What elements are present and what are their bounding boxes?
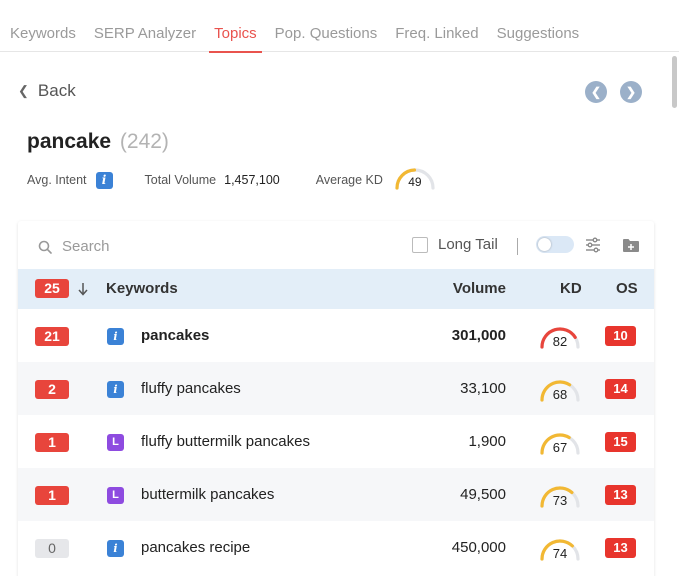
keyword-text[interactable]: pancakes recipe (141, 521, 250, 574)
average-kd-value: 49 (408, 175, 422, 189)
volume-value: 49,500 (460, 486, 506, 503)
previous-button[interactable]: ❮ (585, 81, 607, 103)
volume-value: 450,000 (451, 539, 506, 556)
total-volume-value: 1,457,100 (224, 173, 280, 187)
position-badge: 0 (35, 539, 69, 558)
page-title: pancake (242) (27, 130, 169, 154)
table-row[interactable]: 1 L buttermilk pancakes 49,500 73 13 (18, 468, 654, 521)
keywords-table-card: Search Long Tail 25 Keywords Volume KD O… (18, 221, 654, 576)
long-tail-filter[interactable]: Long Tail (412, 236, 498, 253)
topic-metrics: Avg. Intent i Total Volume 1,457,100 Ave… (27, 168, 437, 190)
volume-value: 1,900 (468, 433, 506, 450)
tab-bar: Keywords SERP Analyzer Topics Pop. Quest… (0, 0, 679, 53)
table-row[interactable]: 1 L fluffy buttermilk pancakes 1,900 67 … (18, 415, 654, 468)
tab-topics[interactable]: Topics (205, 0, 266, 53)
keyword-text[interactable]: fluffy buttermilk pancakes (141, 415, 310, 468)
column-header-os[interactable]: OS (616, 269, 638, 309)
column-header-keywords[interactable]: Keywords (106, 269, 178, 309)
back-button[interactable]: ❮ Back (18, 81, 76, 101)
tab-freq-linked[interactable]: Freq. Linked (386, 0, 487, 52)
keyword-text[interactable]: buttermilk pancakes (141, 468, 274, 521)
filter-sliders-icon[interactable] (584, 236, 602, 254)
kd-value: 73 (552, 493, 568, 508)
chevron-right-icon: ❯ (625, 85, 637, 99)
table-row[interactable]: 21 i pancakes 301,000 82 10 (18, 309, 654, 362)
tab-serp-analyzer[interactable]: SERP Analyzer (85, 0, 205, 52)
volume-value: 33,100 (460, 380, 506, 397)
informational-intent-icon: i (107, 328, 124, 345)
position-badge: 2 (35, 380, 69, 399)
search-icon (38, 240, 52, 254)
keyword-text[interactable]: fluffy pancakes (141, 362, 241, 415)
view-toggle[interactable] (536, 236, 574, 253)
position-count-badge[interactable]: 25 (35, 279, 69, 298)
kd-gauge: 73 (538, 480, 582, 510)
tab-pop-questions[interactable]: Pop. Questions (266, 0, 387, 52)
informational-intent-icon: i (107, 381, 124, 398)
search-input[interactable]: Search (62, 238, 110, 255)
position-badge: 1 (35, 486, 69, 505)
table-row[interactable]: 0 i pancakes recipe 450,000 74 13 (18, 521, 654, 574)
os-badge: 15 (605, 432, 636, 452)
avg-intent-label: Avg. Intent (27, 173, 87, 187)
kd-gauge: 82 (538, 321, 582, 351)
kd-value: 74 (552, 546, 568, 561)
table-body: 21 i pancakes 301,000 82 10 2 i fluffy p… (18, 309, 654, 576)
scrollbar[interactable] (672, 56, 677, 108)
table-row[interactable]: 2 i fluffy pancakes 33,100 68 14 (18, 362, 654, 415)
local-intent-icon: L (107, 487, 124, 504)
search-box[interactable]: Search (38, 238, 110, 255)
topic-name: pancake (27, 130, 112, 153)
kd-gauge: 68 (538, 374, 582, 404)
keyword-text[interactable]: pancakes (141, 309, 209, 362)
average-kd-gauge: 49 (393, 162, 437, 192)
informational-intent-icon: i (107, 540, 124, 557)
kd-gauge: 67 (538, 427, 582, 457)
column-header-kd[interactable]: KD (560, 269, 582, 309)
kd-gauge: 74 (538, 533, 582, 563)
chevron-left-icon: ❮ (18, 83, 29, 98)
os-badge: 14 (605, 379, 636, 399)
volume-value: 301,000 (451, 327, 506, 344)
tab-suggestions[interactable]: Suggestions (488, 0, 589, 52)
sort-down-arrow-icon[interactable] (77, 282, 89, 296)
topic-count: (242) (119, 130, 169, 153)
table-header: 25 Keywords Volume KD OS (18, 269, 654, 309)
position-badge: 21 (35, 327, 69, 346)
kd-value: 82 (552, 334, 568, 349)
os-badge: 13 (605, 538, 636, 558)
next-button[interactable]: ❯ (620, 81, 642, 103)
column-header-volume[interactable]: Volume (453, 269, 506, 309)
add-to-folder-icon[interactable] (622, 237, 640, 253)
average-kd-label: Average KD (315, 173, 383, 187)
toolbar-divider (517, 238, 518, 255)
chevron-left-icon: ❮ (590, 85, 602, 99)
informational-intent-icon: i (95, 171, 113, 189)
position-badge: 1 (35, 433, 69, 452)
tab-keywords[interactable]: Keywords (0, 0, 85, 52)
long-tail-label: Long Tail (438, 236, 498, 253)
local-intent-icon: L (107, 434, 124, 451)
os-badge: 10 (605, 326, 636, 346)
total-volume-label: Total Volume (144, 173, 217, 187)
long-tail-checkbox[interactable] (412, 236, 428, 253)
os-badge: 13 (605, 485, 636, 505)
kd-value: 68 (552, 387, 568, 402)
kd-value: 67 (552, 440, 568, 455)
back-label: Back (37, 81, 76, 100)
